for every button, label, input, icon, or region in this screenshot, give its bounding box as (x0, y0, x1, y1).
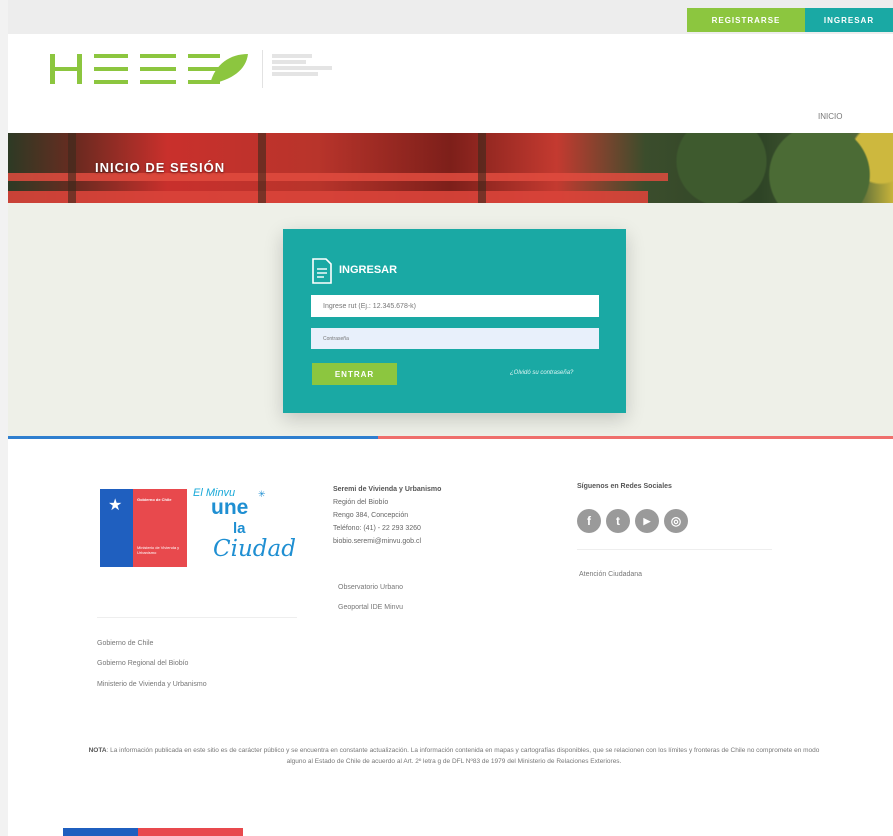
submit-button[interactable]: ENTRAR (312, 363, 397, 385)
bottom-bar-red (138, 828, 243, 836)
footer-link-ministerio[interactable]: Ministerio de Vivienda y Urbanismo (97, 681, 207, 688)
social-title: Síguenos en Redes Sociales (577, 483, 672, 490)
legal-note-text: : La información publicada en este sitio… (106, 747, 820, 765)
contact-org: Seremi de Vivienda y Urbanismo (333, 486, 442, 493)
nav-inicio-link[interactable]: INICIO (818, 112, 842, 121)
footer-link-gobierno-regional[interactable]: Gobierno Regional del Biobío (97, 660, 188, 667)
twitter-icon[interactable]: t (606, 509, 630, 533)
gobierno-logo-blue: ★ (100, 489, 133, 567)
hese-logo-letters (50, 54, 220, 84)
gobierno-logo-bottom-text: Ministerio de Vivienda y Urbanismo (137, 545, 180, 555)
gobierno-logo-red: Gobierno de Chile Ministerio de Vivienda… (133, 489, 187, 567)
une-logo-line4: Ciudad (213, 536, 296, 562)
contact-address: Rengo 384, Concepción (333, 512, 409, 519)
contact-block: Seremi de Vivienda y Urbanismo Región de… (333, 483, 441, 548)
youtube-icon[interactable]: ▶ (635, 509, 659, 533)
facebook-icon[interactable]: f (577, 509, 601, 533)
login-card (283, 229, 626, 413)
social-icons: f t ▶ ◎ (577, 509, 688, 533)
logo-divider (262, 50, 263, 88)
page-left-edge (0, 0, 8, 836)
gobierno-logo-top-text: Gobierno de Chile (137, 497, 172, 502)
banner-trees (648, 133, 893, 203)
footer-link-atencion[interactable]: Atención Ciudadana (579, 571, 642, 578)
rut-input[interactable] (311, 295, 599, 317)
bottom-bar-blue (63, 828, 138, 836)
login-title: INGRESAR (339, 264, 398, 276)
logo-tagline (272, 52, 352, 78)
password-input[interactable] (311, 328, 599, 349)
footer-link-geoportal[interactable]: Geoportal IDE Minvu (338, 604, 403, 611)
footer-link-gobierno[interactable]: Gobierno de Chile (97, 640, 153, 647)
gobierno-logo[interactable]: ★ Gobierno de Chile Ministerio de Vivien… (100, 489, 187, 567)
divider-stripe-red (378, 436, 893, 439)
banner-rail (8, 191, 648, 203)
page-title: INICIO DE SESIÓN (95, 160, 226, 175)
une-la-ciudad-logo[interactable]: El Minvu ✳ une la Ciudad (193, 487, 303, 567)
contact-region: Región del Biobío (333, 499, 389, 506)
hese-logo[interactable] (50, 50, 250, 90)
banner-post (68, 133, 76, 203)
sparkle-icon: ✳ (258, 489, 266, 499)
forgot-password-link[interactable]: ¿Olvidó su contraseña? (510, 370, 573, 376)
footer-divider (97, 617, 297, 618)
legal-note-label: NOTA (88, 747, 107, 754)
instagram-icon[interactable]: ◎ (664, 509, 688, 533)
footer-link-observatorio[interactable]: Observatorio Urbano (338, 584, 403, 591)
banner-post (258, 133, 266, 203)
document-icon (312, 258, 332, 284)
divider-stripe-blue (8, 436, 378, 439)
register-button[interactable]: REGISTRARSE (687, 8, 805, 32)
footer-divider (577, 549, 772, 550)
legal-note: NOTA: La información publicada en este s… (80, 745, 828, 767)
contact-email[interactable]: biobio.seremi@minvu.gob.cl (333, 535, 441, 548)
star-icon: ★ (108, 497, 123, 514)
une-logo-line3: la (233, 520, 246, 537)
une-logo-line2: une (211, 496, 249, 519)
banner-post (478, 133, 486, 203)
contact-phone: Teléfono: (41) - 22 293 3260 (333, 525, 421, 532)
login-top-button[interactable]: INGRESAR (805, 8, 893, 32)
